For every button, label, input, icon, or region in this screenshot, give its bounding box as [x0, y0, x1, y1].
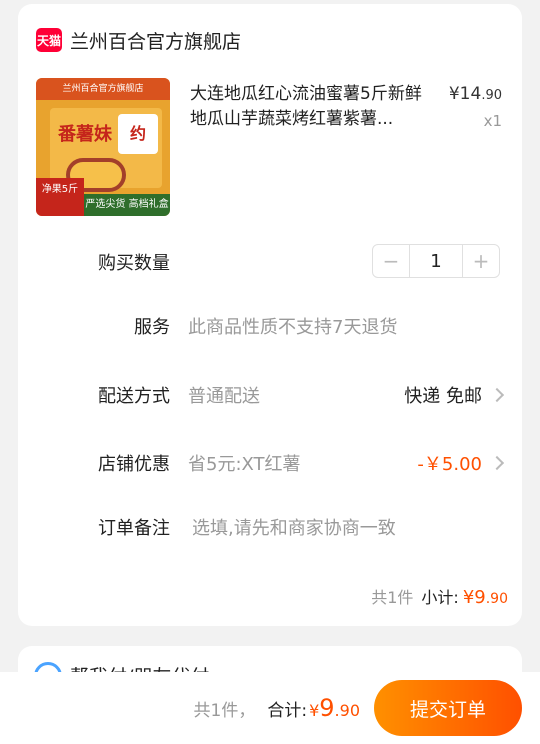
delivery-label: 配送方式	[98, 386, 170, 407]
product-price: ¥14.90	[449, 84, 502, 104]
product-title[interactable]: 大连地瓜红心流油蜜薯5斤新鲜地瓜山芋蔬菜烤红薯紫薯...	[190, 82, 425, 132]
subtotal-int: 9	[474, 587, 486, 608]
total-dec: .90	[334, 701, 360, 720]
delivery-value: 普通配送	[188, 386, 260, 407]
submit-order-button[interactable]: 提交订单	[374, 680, 522, 736]
product-image-mark: 约	[118, 114, 158, 154]
subtotal-label: 小计:	[421, 588, 459, 607]
service-row: 服务 此商品性质不支持7天退货	[18, 311, 522, 341]
note-row: 订单备注 选填,请先和商家协商一致	[18, 512, 522, 542]
product-image-banner: 兰州百合官方旗舰店	[36, 78, 170, 100]
product-image-title: 番薯妹	[58, 124, 112, 145]
tmall-logo: 天猫	[36, 28, 62, 52]
product-image-corner-badge: 净果5斤	[36, 178, 84, 216]
total-symbol: ¥	[309, 701, 320, 720]
total-count: 共1件，	[193, 701, 256, 721]
chevron-right-icon	[489, 387, 505, 403]
subtotal-dec: .90	[485, 591, 508, 607]
product-image-tagline: 严选尖货 高档礼盒	[84, 194, 170, 216]
delivery-right[interactable]: 快递 免邮	[404, 380, 505, 410]
coupon-label: 店铺优惠	[98, 454, 170, 475]
price-dec: .90	[481, 88, 502, 103]
subtotal: 共1件 小计: ¥9.90	[371, 584, 508, 608]
delivery-row[interactable]: 配送方式 普通配送 快递 免邮	[18, 380, 522, 410]
coupon-right[interactable]: -￥5.00	[417, 448, 505, 478]
chevron-right-icon	[489, 455, 505, 471]
decrement-button[interactable]: −	[373, 245, 409, 277]
price-int: 14	[459, 84, 482, 104]
product-image[interactable]: 兰州百合官方旗舰店 番薯妹 约 净果5斤 严选尖货 高档礼盒	[36, 78, 170, 216]
coupon-value: 省5元:XT红薯	[188, 454, 301, 475]
product-quantity: x1	[483, 112, 502, 130]
shop-header[interactable]: 天猫 兰州百合官方旗舰店	[36, 26, 241, 54]
delivery-option: 快递 免邮	[404, 386, 482, 407]
total-amount: ¥9.90	[309, 694, 360, 722]
subtotal-symbol: ¥	[462, 587, 475, 608]
total-label: 合计:	[267, 701, 308, 721]
total-int: 9	[319, 694, 335, 722]
coupon-discount: -￥5.00	[417, 454, 482, 475]
quantity-stepper[interactable]: − 1 +	[372, 244, 500, 278]
bottom-bar: 共1件， 合计: ¥9.90 提交订单	[0, 672, 540, 744]
order-card: 天猫 兰州百合官方旗舰店 兰州百合官方旗舰店 番薯妹 约 净果5斤 严选尖货 高…	[18, 4, 522, 626]
service-label: 服务	[134, 317, 170, 338]
note-label: 订单备注	[98, 518, 170, 539]
quantity-input[interactable]: 1	[409, 245, 463, 277]
subtotal-amount: ¥9.90	[463, 587, 508, 608]
note-input[interactable]: 选填,请先和商家协商一致	[192, 514, 396, 540]
quantity-label: 购买数量	[98, 253, 170, 274]
subtotal-count: 共1件	[371, 588, 414, 607]
service-value: 此商品性质不支持7天退货	[188, 317, 398, 338]
price-symbol: ¥	[448, 84, 460, 104]
shop-name[interactable]: 兰州百合官方旗舰店	[70, 27, 241, 54]
increment-button[interactable]: +	[463, 245, 499, 277]
coupon-row[interactable]: 店铺优惠 省5元:XT红薯 -￥5.00	[18, 448, 522, 478]
total-info: 共1件， 合计: ¥9.90	[194, 694, 360, 722]
